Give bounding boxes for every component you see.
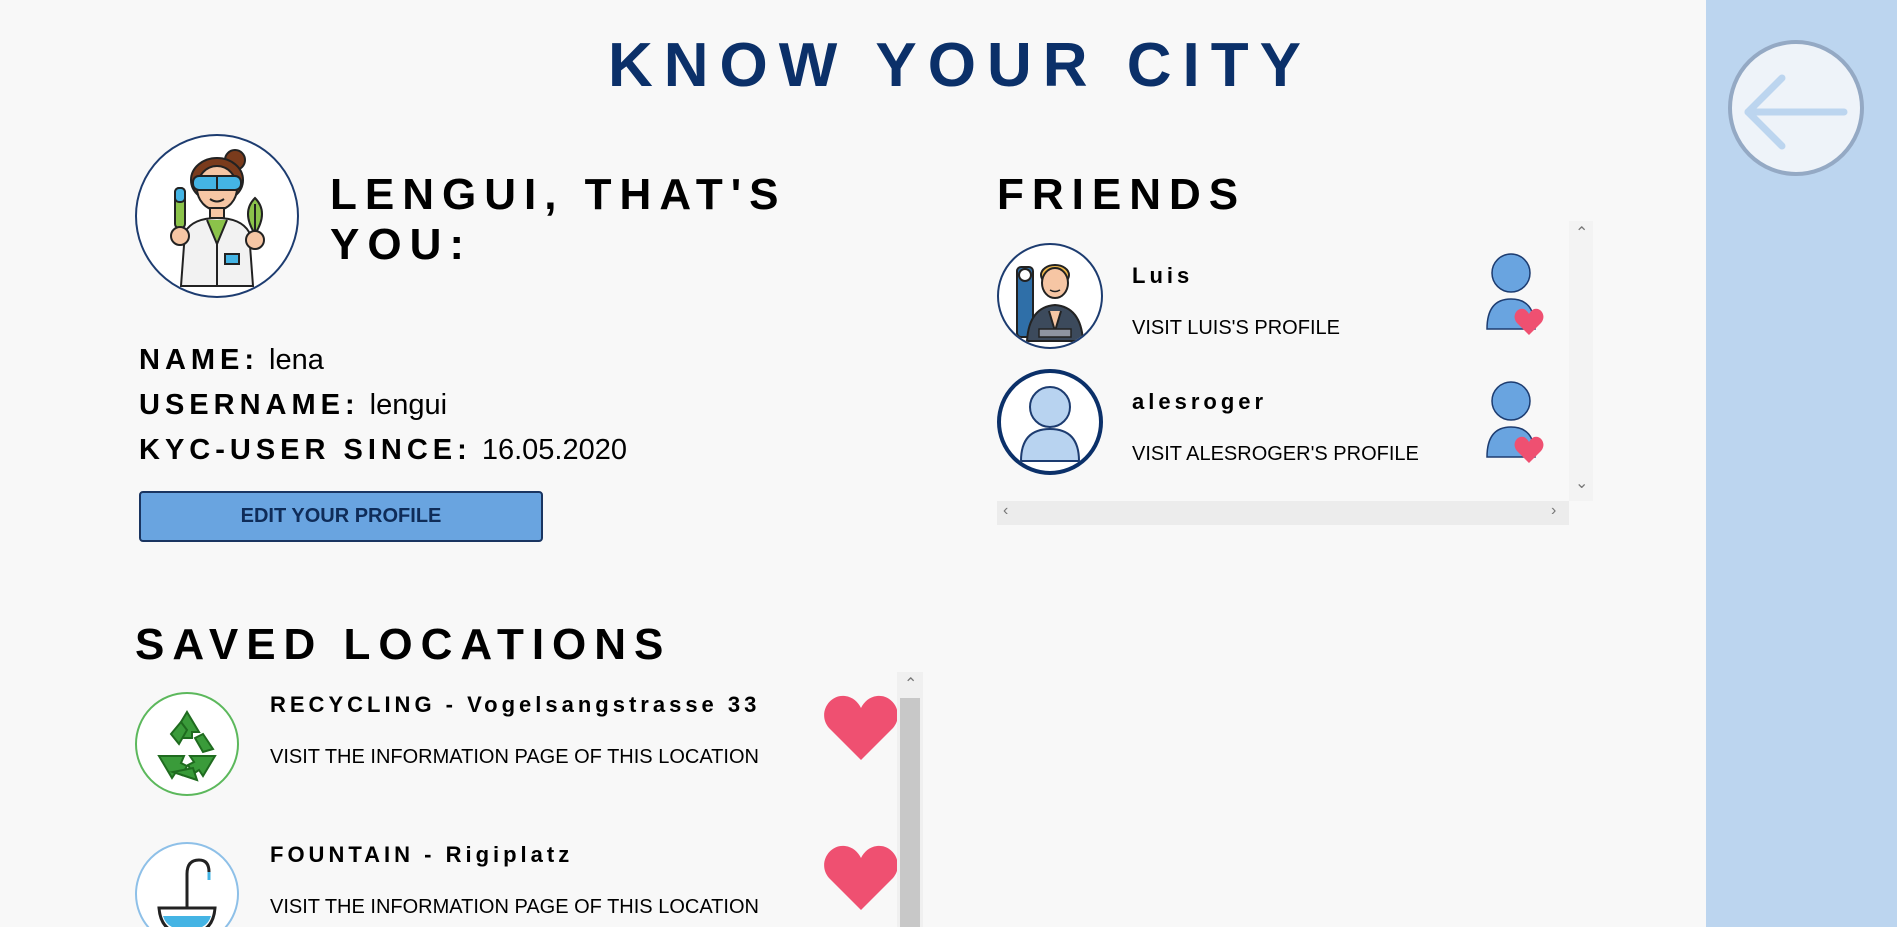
main-content: KNOW YOUR CITY LENGUI, THAT'S YOU: NAME:… [0, 0, 1706, 927]
edit-profile-button[interactable]: EDIT YOUR PROFILE [139, 491, 543, 542]
list-item: FOUNTAIN - Rigiplatz VISIT THE INFORMATI… [133, 822, 923, 927]
friend-name: alesroger [1132, 389, 1268, 414]
favorite-friend-icon[interactable] [1485, 381, 1545, 465]
name-row: NAME: lena [139, 344, 324, 377]
default-user-icon [1019, 386, 1081, 462]
location-info-link[interactable]: VISIT THE INFORMATION PAGE OF THIS LOCAT… [270, 746, 759, 769]
friends-vertical-scrollbar[interactable]: ⌃ ⌄ [1569, 221, 1593, 501]
friend-profile-link[interactable]: VISIT LUIS'S PROFILE [1132, 317, 1340, 340]
friends-heading: FRIENDS [997, 170, 1247, 219]
member-since-row: KYC-USER SINCE: 16.05.2020 [139, 434, 627, 467]
scroll-right-arrow-icon[interactable]: › [1551, 502, 1556, 520]
scientist-avatar-icon [170, 149, 265, 287]
friend-avatar[interactable] [997, 369, 1103, 475]
saved-locations-scrollbar[interactable]: ⌃ [897, 672, 923, 927]
friend-avatar[interactable] [997, 243, 1103, 349]
scroll-down-arrow-icon[interactable]: ⌄ [1575, 473, 1588, 493]
scroll-left-arrow-icon[interactable]: ‹ [1003, 502, 1008, 520]
fountain-icon [135, 842, 239, 927]
friend-profile-link[interactable]: VISIT ALESROGER'S PROFILE [1132, 443, 1419, 466]
heart-icon[interactable] [823, 842, 899, 912]
illustrated-avatar-icon [1016, 264, 1085, 342]
friend-name: Luis [1132, 263, 1194, 288]
location-title: FOUNTAIN - Rigiplatz [270, 842, 574, 867]
scroll-up-arrow-icon[interactable]: ⌃ [904, 674, 917, 694]
saved-locations-heading: SAVED LOCATIONS [135, 620, 672, 669]
friends-list: Luis VISIT LUIS'S PROFILE alesroger VISI… [997, 221, 1593, 526]
profile-avatar [135, 134, 299, 298]
back-button[interactable] [1728, 40, 1864, 176]
scrollbar-thumb[interactable] [900, 698, 920, 927]
member-since-label: KYC-USER SINCE: [139, 434, 472, 466]
name-value: lena [269, 344, 324, 376]
favorite-friend-icon[interactable] [1485, 253, 1545, 337]
recycling-icon [135, 692, 239, 796]
name-label: NAME: [139, 344, 260, 376]
list-item: RECYCLING - Vogelsangstrasse 33 VISIT TH… [133, 672, 923, 812]
profile-heading: LENGUI, THAT'S YOU: [330, 170, 787, 269]
list-item: Luis VISIT LUIS'S PROFILE [997, 243, 1567, 363]
back-arrow-icon [1744, 74, 1848, 150]
app-title: KNOW YOUR CITY [608, 31, 1312, 100]
username-value: lengui [369, 389, 448, 421]
list-item: alesroger VISIT ALESROGER'S PROFILE [997, 369, 1567, 489]
heart-icon[interactable] [823, 692, 899, 762]
saved-locations-list: RECYCLING - Vogelsangstrasse 33 VISIT TH… [133, 672, 923, 927]
scroll-up-arrow-icon[interactable]: ⌃ [1575, 223, 1588, 243]
username-label: USERNAME: [139, 389, 360, 421]
location-title: RECYCLING - Vogelsangstrasse 33 [270, 692, 761, 717]
username-row: USERNAME: lengui [139, 389, 447, 422]
friends-horizontal-scrollbar[interactable]: ‹ › [997, 501, 1569, 525]
sidebar [1706, 0, 1897, 927]
member-since-value: 16.05.2020 [481, 434, 627, 466]
location-info-link[interactable]: VISIT THE INFORMATION PAGE OF THIS LOCAT… [270, 896, 759, 919]
